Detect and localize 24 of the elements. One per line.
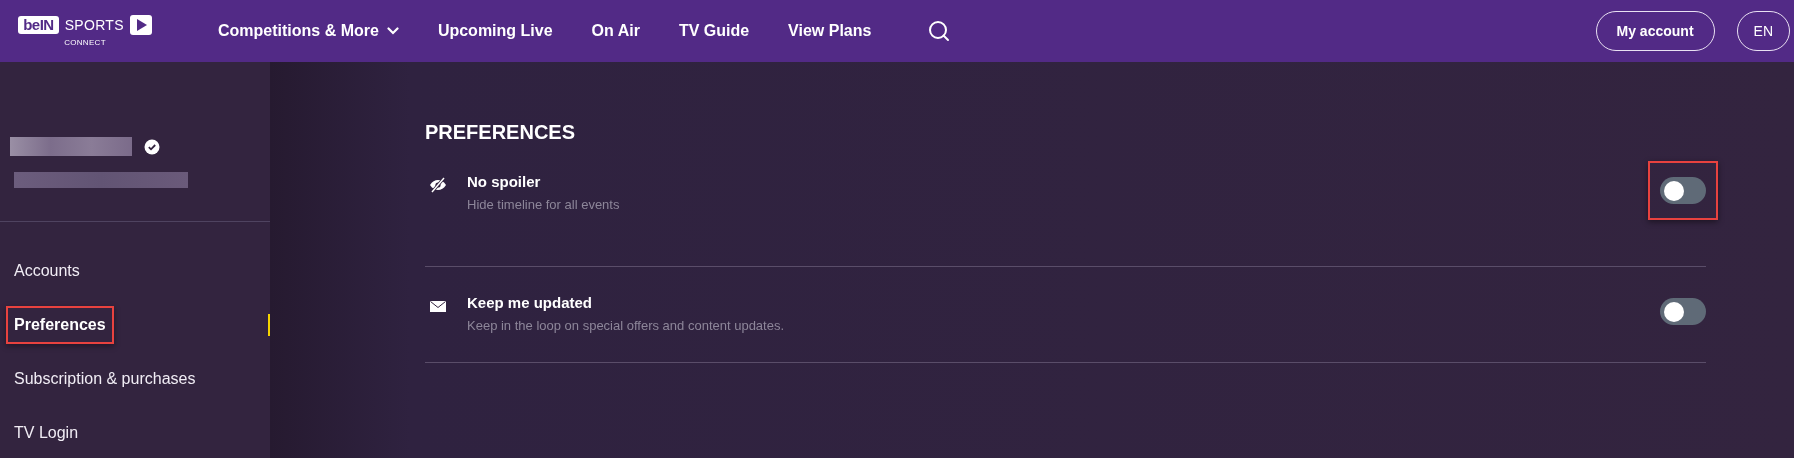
sidebar-item[interactable]: Preferences [0, 298, 270, 352]
toggle-switch[interactable] [1660, 177, 1706, 204]
nav-link[interactable]: Upcoming Live [437, 22, 553, 40]
nav-link[interactable]: On Air [591, 22, 640, 40]
logo-subtitle: CONNECT [64, 38, 106, 47]
nav-link[interactable]: View Plans [788, 22, 872, 40]
section-title: PREFERENCES [425, 121, 577, 144]
active-indicator [268, 314, 270, 336]
setting-description: Hide timeline for all events [467, 197, 621, 212]
setting-title: Keep me updated [467, 294, 594, 311]
setting-title: No spoiler [467, 173, 542, 190]
nav-link[interactable]: TV Guide [678, 22, 750, 40]
caret-icon [386, 27, 399, 35]
toggle-switch[interactable] [1660, 298, 1706, 325]
logo-text: SPORTS [64, 17, 124, 33]
nav-dropdown[interactable]: Competitions & More [218, 22, 399, 40]
sidebar-item[interactable]: Accounts [0, 244, 270, 298]
play-icon [129, 15, 152, 35]
eye-slash-icon [429, 176, 447, 194]
search-icon[interactable] [928, 20, 951, 42]
setting-description: Keep in the loop on special offers and content updates. [467, 318, 786, 333]
sidebar-item[interactable]: TV Login [0, 406, 270, 458]
logo-brand: beIN [18, 16, 59, 34]
sidebar-item[interactable]: Subscription & purchases [0, 352, 270, 406]
